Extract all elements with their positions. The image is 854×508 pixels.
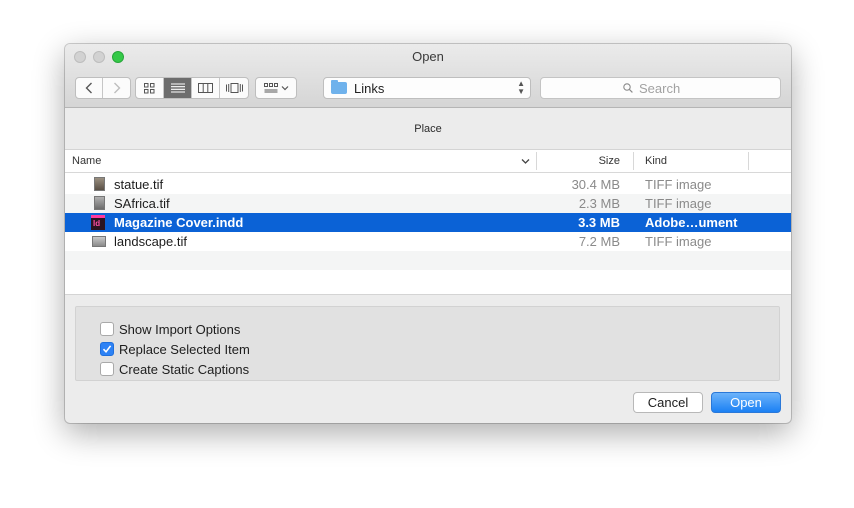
file-size: 7.2 MB <box>578 234 620 249</box>
up-down-arrows-icon: ▲ ▼ <box>517 79 525 96</box>
create-static-captions-checkbox[interactable]: Create Static Captions <box>100 361 249 377</box>
checkbox-label: Replace Selected Item <box>119 341 250 357</box>
list-view-icon <box>170 83 185 93</box>
column-divider[interactable] <box>536 152 537 170</box>
arrange-grid-icon <box>263 83 278 93</box>
tiff-file-icon <box>94 177 105 191</box>
column-header-size[interactable]: Size <box>545 150 620 172</box>
show-import-options-checkbox[interactable]: Show Import Options <box>100 321 240 337</box>
open-button[interactable]: Open <box>711 392 781 413</box>
file-name: landscape.tif <box>114 234 187 249</box>
arrange-button[interactable] <box>256 78 296 98</box>
checkbox-box[interactable] <box>100 342 114 356</box>
location-popup[interactable]: Links ▲ ▼ <box>323 77 531 99</box>
file-kind: Adobe…ument <box>645 215 738 230</box>
file-name: statue.tif <box>114 177 164 192</box>
checkmark-icon <box>102 345 112 354</box>
file-list: Name Size Kind statue.tif 30.4 MB TIFF i… <box>65 149 791 295</box>
file-name: Magazine Cover.indd <box>114 215 244 230</box>
dialog-header: Place <box>65 109 791 149</box>
search-input[interactable] <box>540 77 781 99</box>
file-kind: TIFF image <box>645 234 712 249</box>
cover-flow-view-button[interactable] <box>220 78 248 98</box>
checkbox-label: Show Import Options <box>119 321 241 337</box>
tiff-file-icon <box>92 236 106 247</box>
chevron-left-icon <box>85 82 92 94</box>
column-view-icon <box>198 83 213 93</box>
column-view-button[interactable] <box>192 78 220 98</box>
icon-view-icon <box>144 82 155 93</box>
file-name: SAfrica.tif <box>114 196 170 211</box>
file-list-header: Name Size Kind <box>65 150 791 173</box>
file-size: 2.3 MB <box>578 196 620 211</box>
search-icon <box>623 83 633 93</box>
column-header-name[interactable]: Name <box>72 150 101 172</box>
file-kind: TIFF image <box>645 177 712 192</box>
tiff-file-icon <box>94 196 105 210</box>
back-button[interactable] <box>76 78 103 98</box>
list-view-button[interactable] <box>164 78 192 98</box>
column-header-kind[interactable]: Kind <box>645 150 667 172</box>
place-options-panel: Show Import Options Replace Selected Ite… <box>75 306 780 381</box>
indesign-file-icon: Id <box>91 215 105 230</box>
file-size: 3.3 MB <box>578 215 620 230</box>
arrange-menu[interactable] <box>255 77 297 99</box>
sort-chevron-icon <box>521 159 530 164</box>
forward-button[interactable] <box>103 78 130 98</box>
column-divider[interactable] <box>633 152 634 170</box>
cancel-button[interactable]: Cancel <box>633 392 703 413</box>
cover-flow-view-icon <box>225 83 243 93</box>
checkbox-box[interactable] <box>100 322 114 336</box>
titlebar: Open Links ▲ ▼ Search <box>65 44 791 108</box>
window-title: Open <box>412 49 444 64</box>
icon-view-button[interactable] <box>136 78 164 98</box>
checkbox-label: Create Static Captions <box>119 361 250 377</box>
file-size: 30.4 MB <box>571 177 620 192</box>
table-row[interactable]: landscape.tif 7.2 MB TIFF image <box>65 232 791 251</box>
navigation-buttons <box>75 77 131 99</box>
view-mode-buttons <box>135 77 249 99</box>
open-dialog: Open Links ▲ ▼ Search Place Name Size Ki… <box>65 44 791 423</box>
location-label: Links <box>354 80 385 96</box>
table-row[interactable]: SAfrica.tif 2.3 MB TIFF image <box>65 194 791 213</box>
chevron-right-icon <box>113 82 120 94</box>
replace-selected-item-checkbox[interactable]: Replace Selected Item <box>100 341 250 357</box>
folder-icon <box>331 80 347 94</box>
file-kind: TIFF image <box>645 196 712 211</box>
column-divider[interactable] <box>748 152 749 170</box>
checkbox-box[interactable] <box>100 362 114 376</box>
table-row[interactable]: statue.tif 30.4 MB TIFF image <box>65 175 791 194</box>
chevron-down-icon <box>281 86 288 91</box>
table-row-selected[interactable]: Id Magazine Cover.indd 3.3 MB Adobe…umen… <box>65 213 791 232</box>
empty-row <box>65 270 791 289</box>
empty-row <box>65 251 791 270</box>
